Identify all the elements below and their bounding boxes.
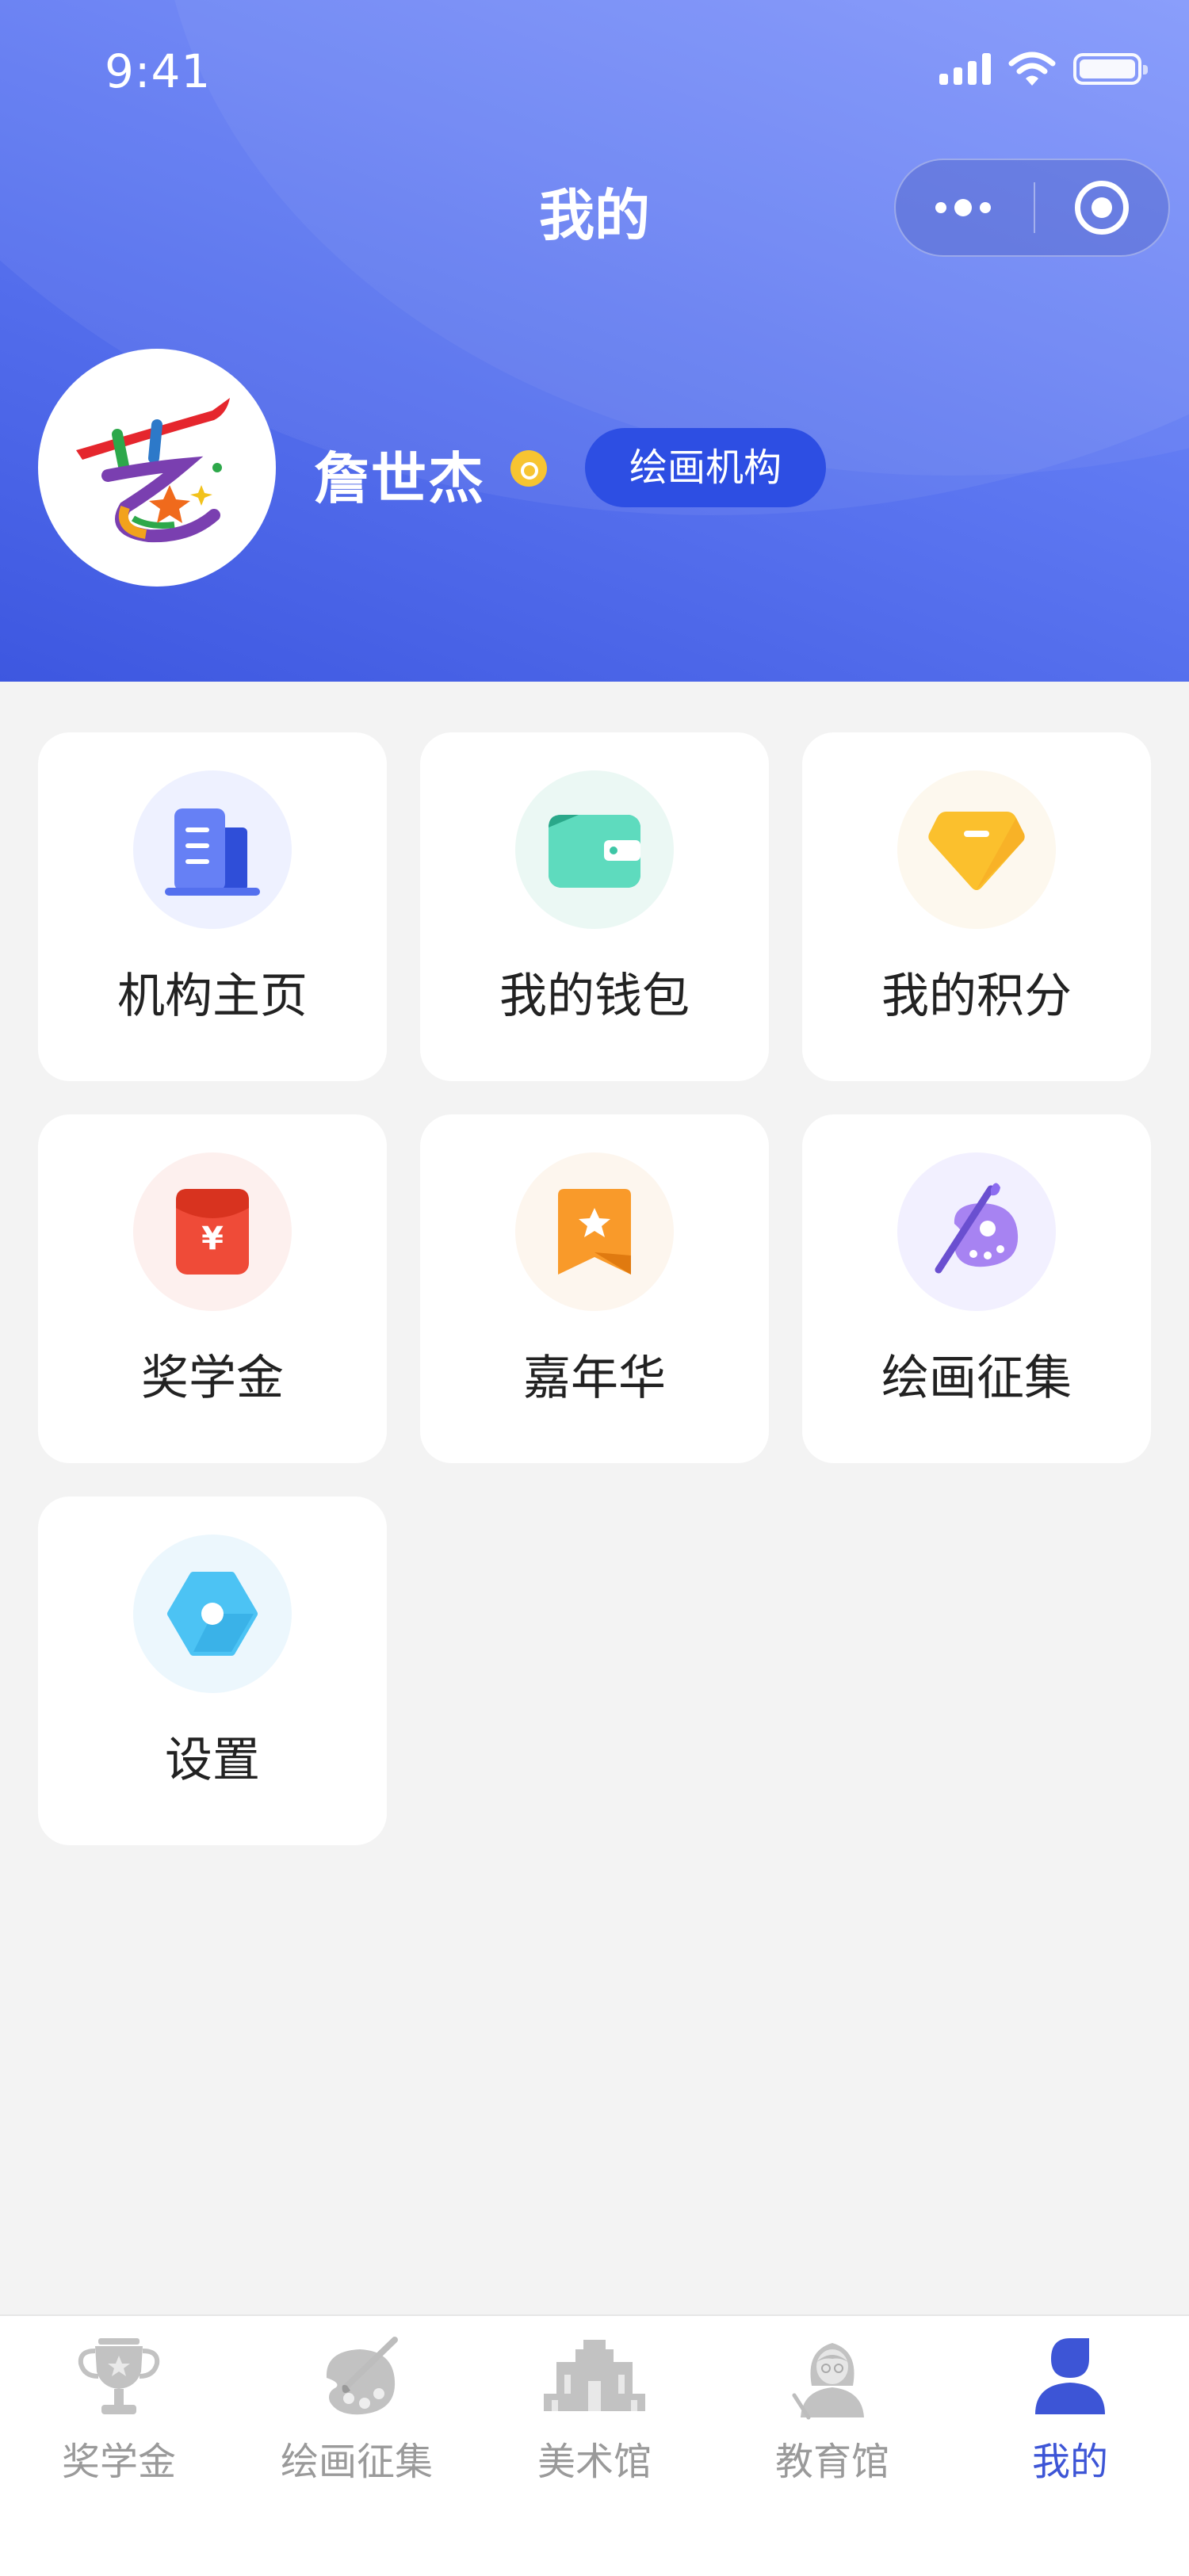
icon-background — [515, 1152, 674, 1311]
svg-text:¥: ¥ — [201, 1221, 224, 1257]
menu-item-label: 设置 — [165, 1733, 260, 1788]
star-ribbon-icon — [558, 1189, 631, 1275]
male-gender-icon — [510, 450, 547, 487]
tab-painting-collection[interactable]: 绘画征集 — [238, 2316, 476, 2522]
menu-item-scholarship[interactable]: ¥ 奖学金 — [38, 1114, 387, 1463]
tab-education-hall[interactable]: 教育馆 — [713, 2316, 951, 2522]
menu-item-wallet[interactable]: 我的钱包 — [420, 732, 769, 1081]
wallet-icon — [549, 815, 640, 888]
icon-background — [897, 1152, 1056, 1311]
tab-label: 我的 — [1031, 2440, 1108, 2484]
menu-item-label: 奖学金 — [141, 1351, 284, 1406]
icon-background: ¥ — [133, 1152, 292, 1311]
palette-icon — [935, 1183, 1019, 1274]
icon-background — [133, 770, 292, 929]
close-miniapp-icon[interactable] — [1075, 181, 1129, 235]
tab-label: 美术馆 — [537, 2440, 652, 2484]
signal-icon — [939, 53, 991, 85]
art-logo-icon — [76, 398, 230, 543]
tab-art-museum[interactable]: 美术馆 — [476, 2316, 713, 2522]
menu-item-label: 嘉年华 — [523, 1351, 666, 1406]
capsule-divider — [1034, 182, 1035, 233]
building-icon — [165, 808, 260, 896]
menu-item-label: 我的钱包 — [499, 969, 690, 1024]
menu-item-carnival[interactable]: 嘉年华 — [420, 1114, 769, 1463]
user-name: 詹世杰 — [314, 446, 485, 511]
diamond-icon — [928, 812, 1025, 890]
tab-label: 绘画征集 — [280, 2440, 433, 2484]
more-icon[interactable] — [935, 160, 1023, 255]
miniapp-capsule — [894, 159, 1170, 257]
museum-icon — [544, 2340, 645, 2411]
battery-icon — [1073, 53, 1148, 85]
menu-item-settings[interactable]: 设置 — [38, 1496, 387, 1845]
menu-item-label: 我的积分 — [881, 969, 1072, 1024]
icon-background — [897, 770, 1056, 929]
menu-item-org-homepage[interactable]: 机构主页 — [38, 732, 387, 1081]
menu-item-label: 绘画征集 — [881, 1351, 1072, 1406]
palette-icon — [326, 2337, 398, 2415]
tab-label: 奖学金 — [61, 2440, 176, 2484]
red-envelope-icon: ¥ — [176, 1189, 249, 1275]
menu-item-painting-collection[interactable]: 绘画征集 — [802, 1114, 1151, 1463]
wifi-icon — [1008, 52, 1056, 86]
menu-item-label: 机构主页 — [117, 969, 308, 1024]
bottom-tab-bar: 奖学金 绘画征集 美术馆 教育馆 我的 — [0, 2314, 1189, 2576]
role-badge: 绘画机构 — [585, 428, 826, 507]
tab-scholarship[interactable]: 奖学金 — [0, 2316, 238, 2522]
hexagon-settings-icon — [167, 1572, 258, 1656]
status-icons — [939, 49, 1148, 89]
tab-mine[interactable]: 我的 — [951, 2316, 1189, 2522]
icon-background — [515, 770, 674, 929]
profile-header: 9:41 我的 詹世杰 绘画机构 — [0, 0, 1189, 682]
user-icon — [1035, 2338, 1105, 2414]
trophy-icon — [78, 2338, 160, 2414]
tab-label: 教育馆 — [774, 2440, 889, 2484]
menu-item-points[interactable]: 我的积分 — [802, 732, 1151, 1081]
status-time: 9:41 — [105, 44, 212, 98]
teacher-icon — [792, 2343, 864, 2420]
icon-background — [133, 1535, 292, 1693]
avatar[interactable] — [38, 349, 276, 587]
